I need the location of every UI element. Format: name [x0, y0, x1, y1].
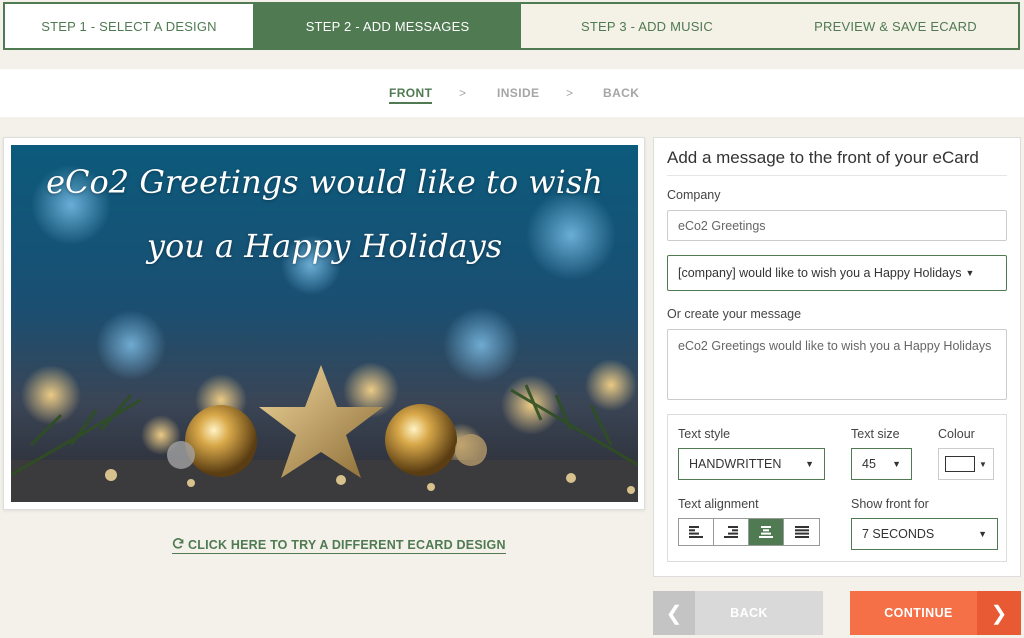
- colour-swatch: [945, 456, 976, 472]
- card-message-line-2: you a Happy Holidays: [146, 227, 503, 265]
- text-alignment-label: Text alignment: [678, 497, 759, 511]
- try-different-design-link[interactable]: CLICK HERE TO TRY A DIFFERENT ECARD DESI…: [172, 537, 506, 554]
- tab-inside[interactable]: INSIDE: [497, 86, 539, 100]
- refresh-icon: [172, 537, 185, 553]
- custom-message-label: Or create your message: [667, 307, 802, 321]
- continue-button-label: CONTINUE: [884, 606, 953, 620]
- text-style-label: Text style: [678, 427, 731, 441]
- align-justify-button[interactable]: [784, 519, 819, 545]
- align-right-button[interactable]: [714, 519, 749, 545]
- preset-message-value: [company] would like to wish you a Happy…: [678, 266, 962, 280]
- tab-back[interactable]: BACK: [603, 86, 639, 100]
- step-add-music[interactable]: STEP 3 - ADD MUSIC: [521, 4, 773, 48]
- card-side-nav: FRONT > INSIDE > BACK: [0, 69, 1024, 117]
- text-size-label: Text size: [851, 427, 900, 441]
- continue-button[interactable]: CONTINUE ❯: [850, 591, 1021, 635]
- steps-bar: STEP 1 - SELECT A DESIGN STEP 2 - ADD ME…: [3, 2, 1020, 50]
- step-preview-save[interactable]: PREVIEW & SAVE ECARD: [773, 4, 1018, 48]
- tab-front[interactable]: FRONT: [389, 86, 433, 104]
- text-style-select[interactable]: HANDWRITTEN ▼: [678, 448, 825, 480]
- align-left-button[interactable]: [679, 519, 714, 545]
- align-center-icon: [759, 526, 773, 538]
- try-link-label: CLICK HERE TO TRY A DIFFERENT ECARD DESI…: [188, 538, 506, 552]
- card-image: eCo2 Greetings would like to wish you a …: [11, 145, 638, 502]
- step-add-messages[interactable]: STEP 2 - ADD MESSAGES: [254, 4, 521, 48]
- card-message-line-1: eCo2 Greetings would like to wish: [46, 163, 603, 201]
- chevron-left-icon: ❮: [653, 591, 695, 635]
- text-size-select[interactable]: 45 ▼: [851, 448, 912, 480]
- show-front-value: 7 SECONDS: [862, 527, 935, 541]
- nav-separator: >: [459, 86, 467, 100]
- custom-message-textarea[interactable]: eCo2 Greetings would like to wish you a …: [667, 329, 1007, 400]
- caret-down-icon: ▼: [892, 459, 901, 469]
- text-style-value: HANDWRITTEN: [689, 457, 782, 471]
- text-size-value: 45: [862, 457, 876, 471]
- message-panel: Add a message to the front of your eCard…: [653, 137, 1021, 577]
- text-options-panel: Text style HANDWRITTEN ▼ Text size 45 ▼ …: [667, 414, 1007, 562]
- text-alignment-group: [678, 518, 820, 546]
- show-front-label: Show front for: [851, 497, 929, 511]
- colour-label: Colour: [938, 427, 975, 441]
- preset-message-select[interactable]: [company] would like to wish you a Happy…: [667, 255, 1007, 291]
- caret-down-icon: ▼: [965, 268, 975, 278]
- company-input[interactable]: eCo2 Greetings: [667, 210, 1007, 241]
- colour-picker[interactable]: ▼: [938, 448, 994, 480]
- back-button-label: BACK: [730, 606, 768, 620]
- caret-down-icon: ▼: [979, 459, 987, 469]
- caret-down-icon: ▼: [805, 459, 814, 469]
- align-center-button[interactable]: [749, 519, 784, 545]
- align-left-icon: [689, 526, 703, 538]
- card-preview: eCo2 Greetings would like to wish you a …: [3, 137, 645, 510]
- panel-title: Add a message to the front of your eCard: [667, 148, 979, 167]
- nav-separator: >: [566, 86, 574, 100]
- back-button[interactable]: ❮ BACK: [653, 591, 823, 635]
- chevron-right-icon: ❯: [977, 591, 1021, 635]
- show-front-select[interactable]: 7 SECONDS ▼: [851, 518, 998, 550]
- step-select-design[interactable]: STEP 1 - SELECT A DESIGN: [5, 4, 254, 48]
- align-justify-icon: [794, 526, 809, 538]
- caret-down-icon: ▼: [978, 529, 987, 539]
- align-right-icon: [724, 526, 738, 538]
- divider: [667, 175, 1007, 176]
- company-label: Company: [667, 188, 721, 202]
